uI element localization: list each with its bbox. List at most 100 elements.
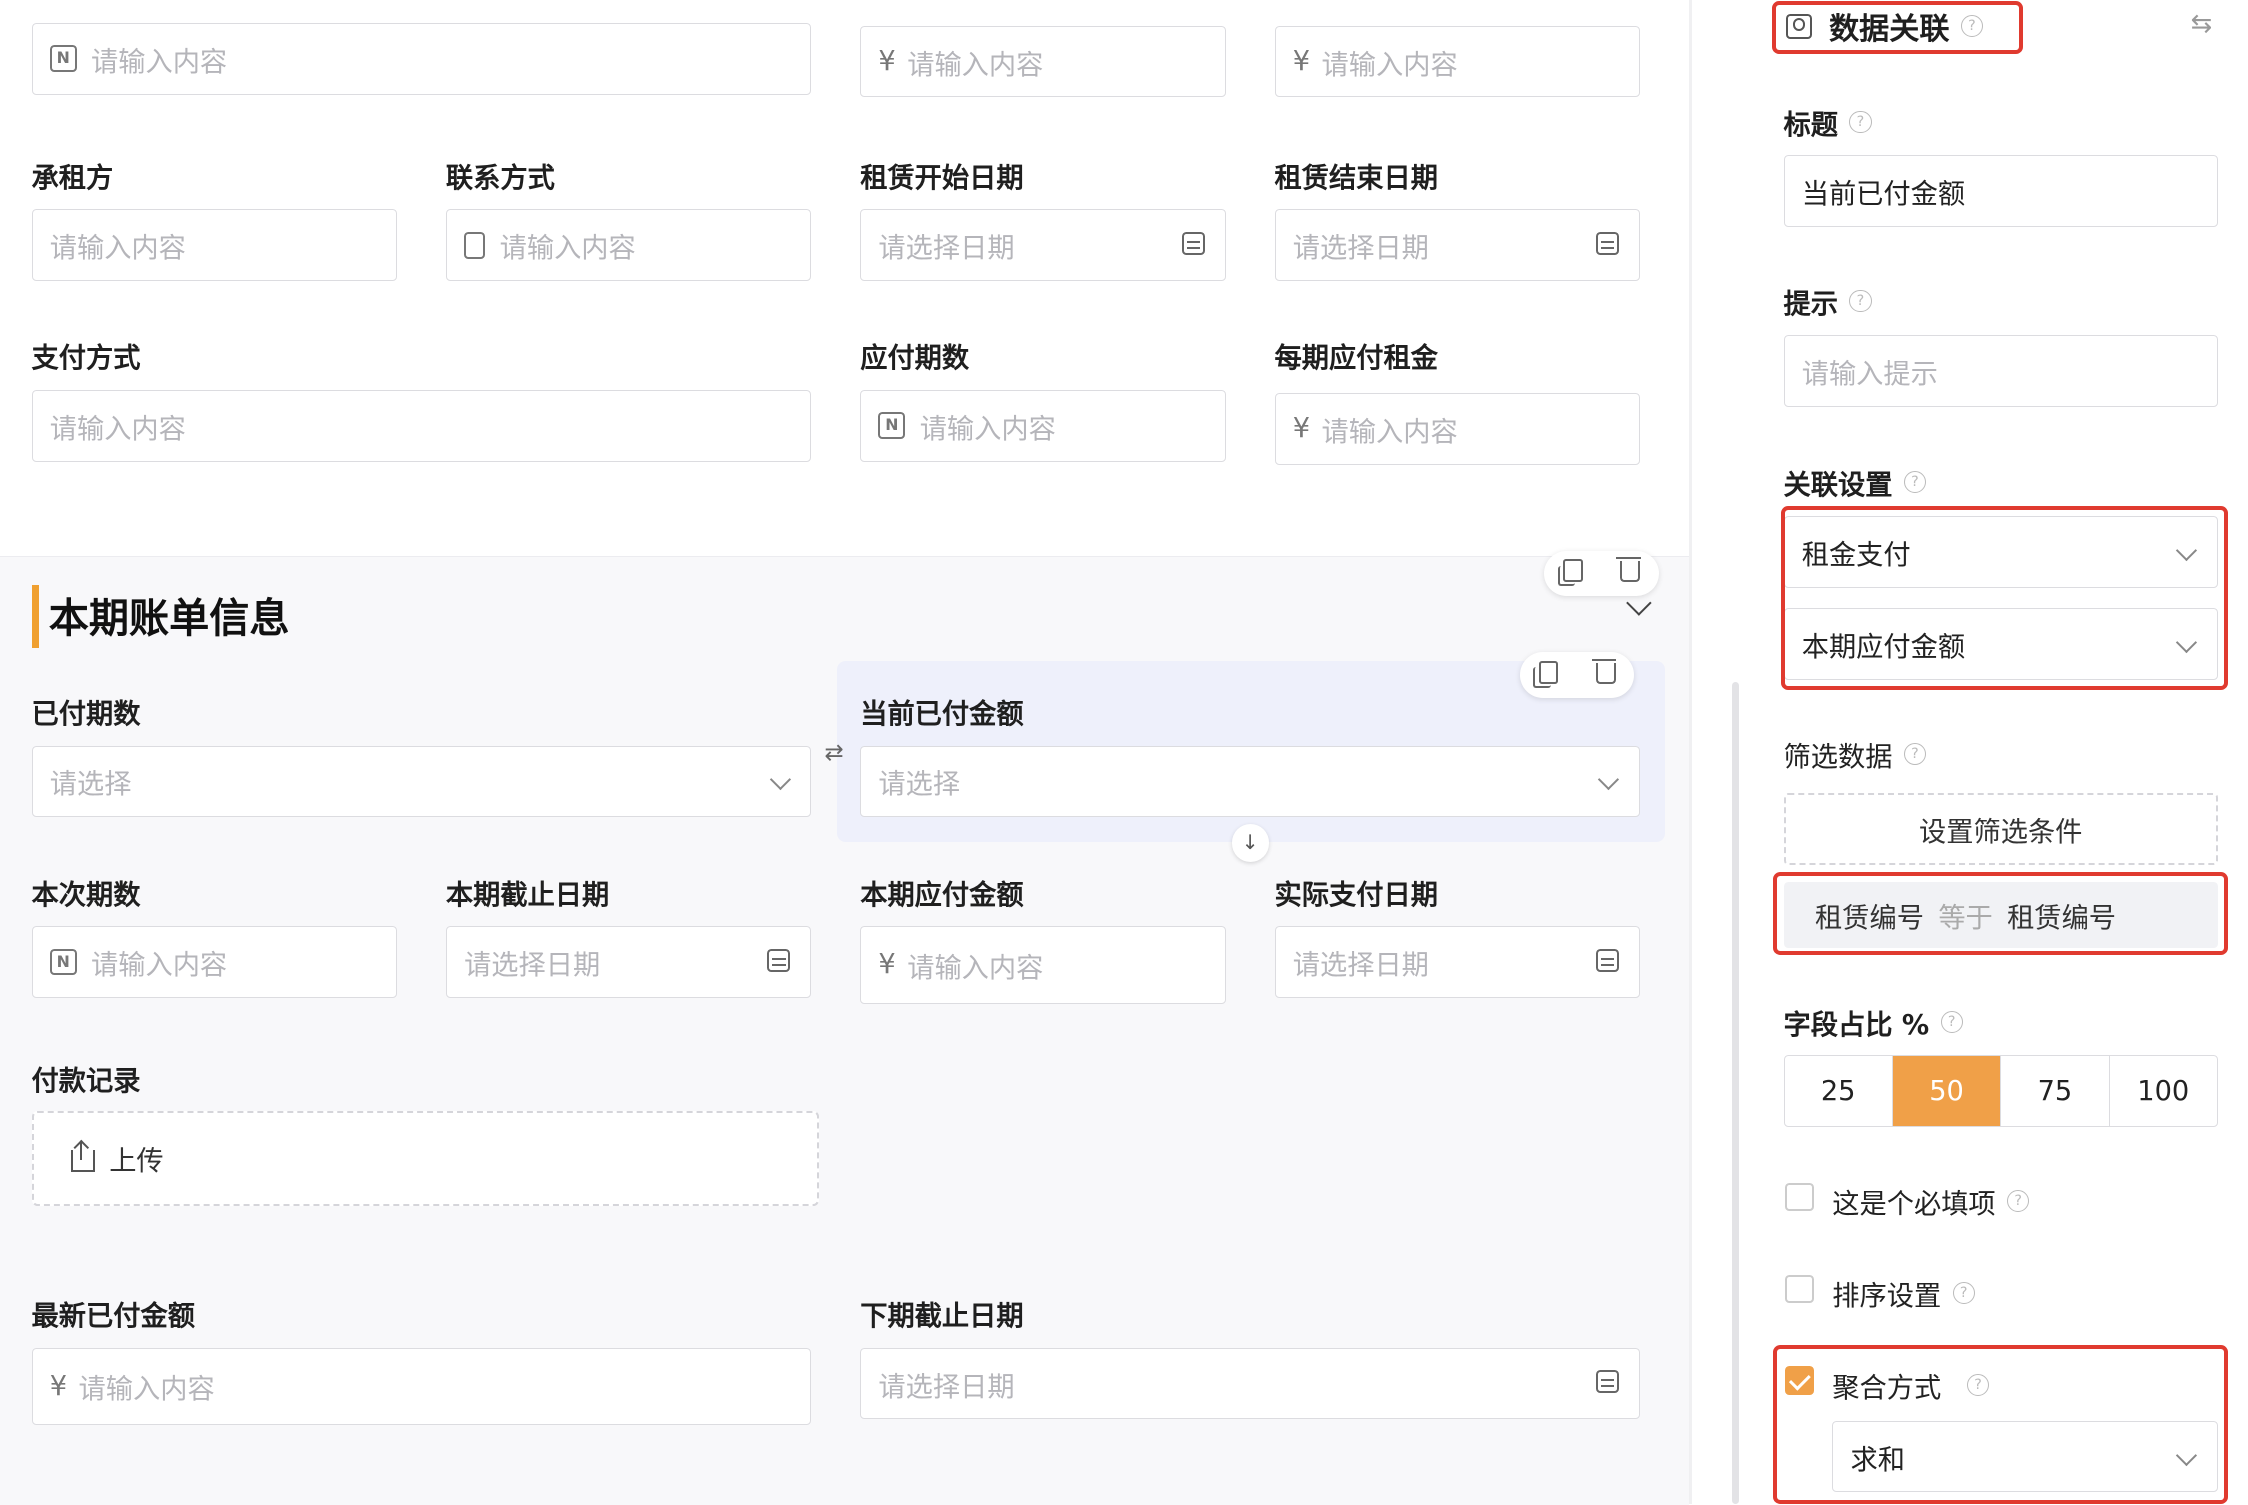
scrollbar-thumb[interactable] [1731, 682, 1740, 1504]
number-icon: N [49, 948, 77, 976]
upload-button[interactable]: 上传 [31, 1111, 819, 1206]
input-placeholder: 请输入内容 [49, 233, 186, 265]
select-placeholder: 请选择 [49, 769, 132, 801]
help-icon[interactable]: ? [2007, 1190, 2030, 1213]
swap-icon[interactable]: ⇄ [824, 740, 843, 766]
filter-label: 筛选数据 ? [1784, 734, 1926, 774]
field-actions [1519, 652, 1635, 699]
tenant-input[interactable]: 请输入内容 [31, 209, 398, 281]
help-icon[interactable]: ? [1903, 743, 1926, 766]
ratio-option-50[interactable]: 50 [1892, 1056, 2002, 1126]
title-label: 标题 ? [1784, 102, 1872, 142]
highlight-box-header [1772, 1, 2023, 55]
section-accent-bar [31, 584, 39, 649]
ratio-segmented-control: 25 50 75 100 [1783, 1055, 2218, 1127]
field-label-this-period: 本次期数 [31, 879, 141, 911]
currency-input[interactable]: ¥ 请输入内容 [860, 25, 1226, 98]
set-filter-label: 设置筛选条件 [1919, 816, 2083, 848]
filter-label-text: 筛选数据 [1783, 742, 1893, 774]
highlight-box-filter [1773, 871, 2228, 955]
help-icon[interactable]: ? [1849, 289, 1872, 313]
hint-input[interactable]: 请输入提示 [1783, 335, 2218, 408]
number-icon: N [878, 412, 906, 440]
this-period-input[interactable]: N 请输入内容 [31, 926, 398, 998]
title-input[interactable]: 当前已付金额 [1783, 154, 2218, 227]
set-filter-button[interactable]: 设置筛选条件 [1783, 792, 2218, 865]
currency-icon: ¥ [1292, 46, 1311, 78]
calendar-icon [1596, 948, 1620, 972]
copy-field-button[interactable] [1520, 661, 1577, 690]
currency-input[interactable]: ¥ 请输入内容 [1274, 25, 1641, 98]
ratio-option-25[interactable]: 25 [1785, 1056, 1893, 1126]
delete-section-button[interactable] [1601, 556, 1658, 588]
field-label-contact: 联系方式 [445, 162, 555, 194]
input-placeholder: 请选择日期 [878, 1371, 1015, 1403]
sort-label-text: 排序设置 [1832, 1281, 1942, 1313]
field-label-periods-due: 应付期数 [860, 343, 970, 375]
input-placeholder: 请输入内容 [91, 46, 228, 78]
delete-field-button[interactable] [1577, 658, 1634, 690]
help-icon[interactable]: ? [1849, 110, 1872, 133]
lease-end-date-picker[interactable]: 请选择日期 [1274, 209, 1641, 281]
help-icon[interactable]: ? [1952, 1282, 1975, 1305]
lease-start-date-picker[interactable]: 请选择日期 [860, 209, 1226, 281]
required-label-text: 这是个必填项 [1832, 1189, 1996, 1221]
chevron-down-icon [1598, 769, 1620, 791]
paid-periods-select[interactable]: 请选择 [31, 745, 812, 818]
periods-due-input[interactable]: N 请输入内容 [860, 389, 1226, 462]
period-deadline-date-picker[interactable]: 请选择日期 [445, 926, 812, 998]
next-deadline-date-picker[interactable]: 请选择日期 [860, 1347, 1641, 1420]
chevron-down-icon [769, 769, 791, 791]
input-placeholder: 请输入内容 [919, 413, 1056, 445]
payment-method-input[interactable]: 请输入内容 [31, 389, 812, 462]
input-placeholder: 请输入内容 [1321, 49, 1458, 81]
input-placeholder: 请输入内容 [499, 233, 636, 265]
field-label-tenant: 承租方 [31, 162, 114, 194]
input-placeholder: 请选择日期 [878, 233, 1015, 265]
field-label-payment-method: 支付方式 [31, 343, 141, 375]
upload-icon [70, 1141, 95, 1173]
help-icon[interactable]: ? [1903, 470, 1926, 493]
trash-icon [1616, 556, 1641, 582]
input-placeholder: 请选择日期 [464, 949, 601, 981]
ratio-label-text: 字段占比 % [1783, 1010, 1930, 1042]
hint-label-text: 提示 [1783, 289, 1838, 320]
move-down-icon[interactable]: ↓ [1231, 824, 1269, 862]
field-label-paid-periods: 已付期数 [31, 699, 141, 731]
field-label-rent-per-period: 每期应付租金 [1274, 343, 1438, 375]
ratio-option-75[interactable]: 75 [2001, 1056, 2110, 1126]
input-placeholder: 请输入内容 [49, 413, 186, 445]
highlight-box-link [1780, 506, 2228, 690]
copy-section-button[interactable] [1544, 559, 1601, 588]
amount-due-input[interactable]: ¥ 请输入内容 [860, 926, 1226, 1004]
rent-per-period-input[interactable]: ¥ 请输入内容 [1274, 392, 1641, 465]
highlight-box-aggregate [1773, 1344, 2228, 1504]
input-placeholder: 请输入内容 [907, 952, 1044, 984]
latest-paid-input[interactable]: ¥ 请输入内容 [31, 1347, 812, 1426]
contact-input[interactable]: 请输入内容 [445, 209, 812, 281]
required-label: 这是个必填项 ? [1832, 1181, 2030, 1221]
field-label-current-paid: 当前已付金额 [860, 699, 1024, 731]
help-icon[interactable]: ? [1940, 1011, 1963, 1034]
ratio-option-100[interactable]: 100 [2110, 1056, 2217, 1126]
input-placeholder: 请输入内容 [91, 949, 228, 981]
select-placeholder: 请选择 [878, 769, 961, 801]
input-placeholder: 请选择日期 [1292, 949, 1429, 981]
required-checkbox[interactable] [1784, 1182, 1814, 1212]
number-icon: N [49, 45, 77, 73]
field-label-amount-due: 本期应付金额 [860, 879, 1024, 911]
number-input[interactable]: N 请输入内容 [31, 22, 812, 95]
actual-pay-date-picker[interactable]: 请选择日期 [1274, 926, 1641, 998]
currency-icon: ¥ [1292, 413, 1311, 445]
field-label-lease-end: 租赁结束日期 [1274, 162, 1438, 194]
input-placeholder: 请选择日期 [1292, 233, 1429, 265]
input-placeholder: 请输入内容 [1321, 416, 1458, 448]
field-label-payment-record: 付款记录 [31, 1066, 141, 1098]
field-label-lease-start: 租赁开始日期 [860, 162, 1024, 194]
sort-checkbox[interactable] [1784, 1274, 1814, 1304]
current-paid-select[interactable]: 请选择 [860, 745, 1641, 818]
hint-label: 提示 ? [1784, 281, 1872, 321]
upload-label: 上传 [109, 1146, 164, 1178]
switch-icon[interactable]: ⇆ [2191, 9, 2213, 39]
section-actions [1544, 550, 1659, 597]
